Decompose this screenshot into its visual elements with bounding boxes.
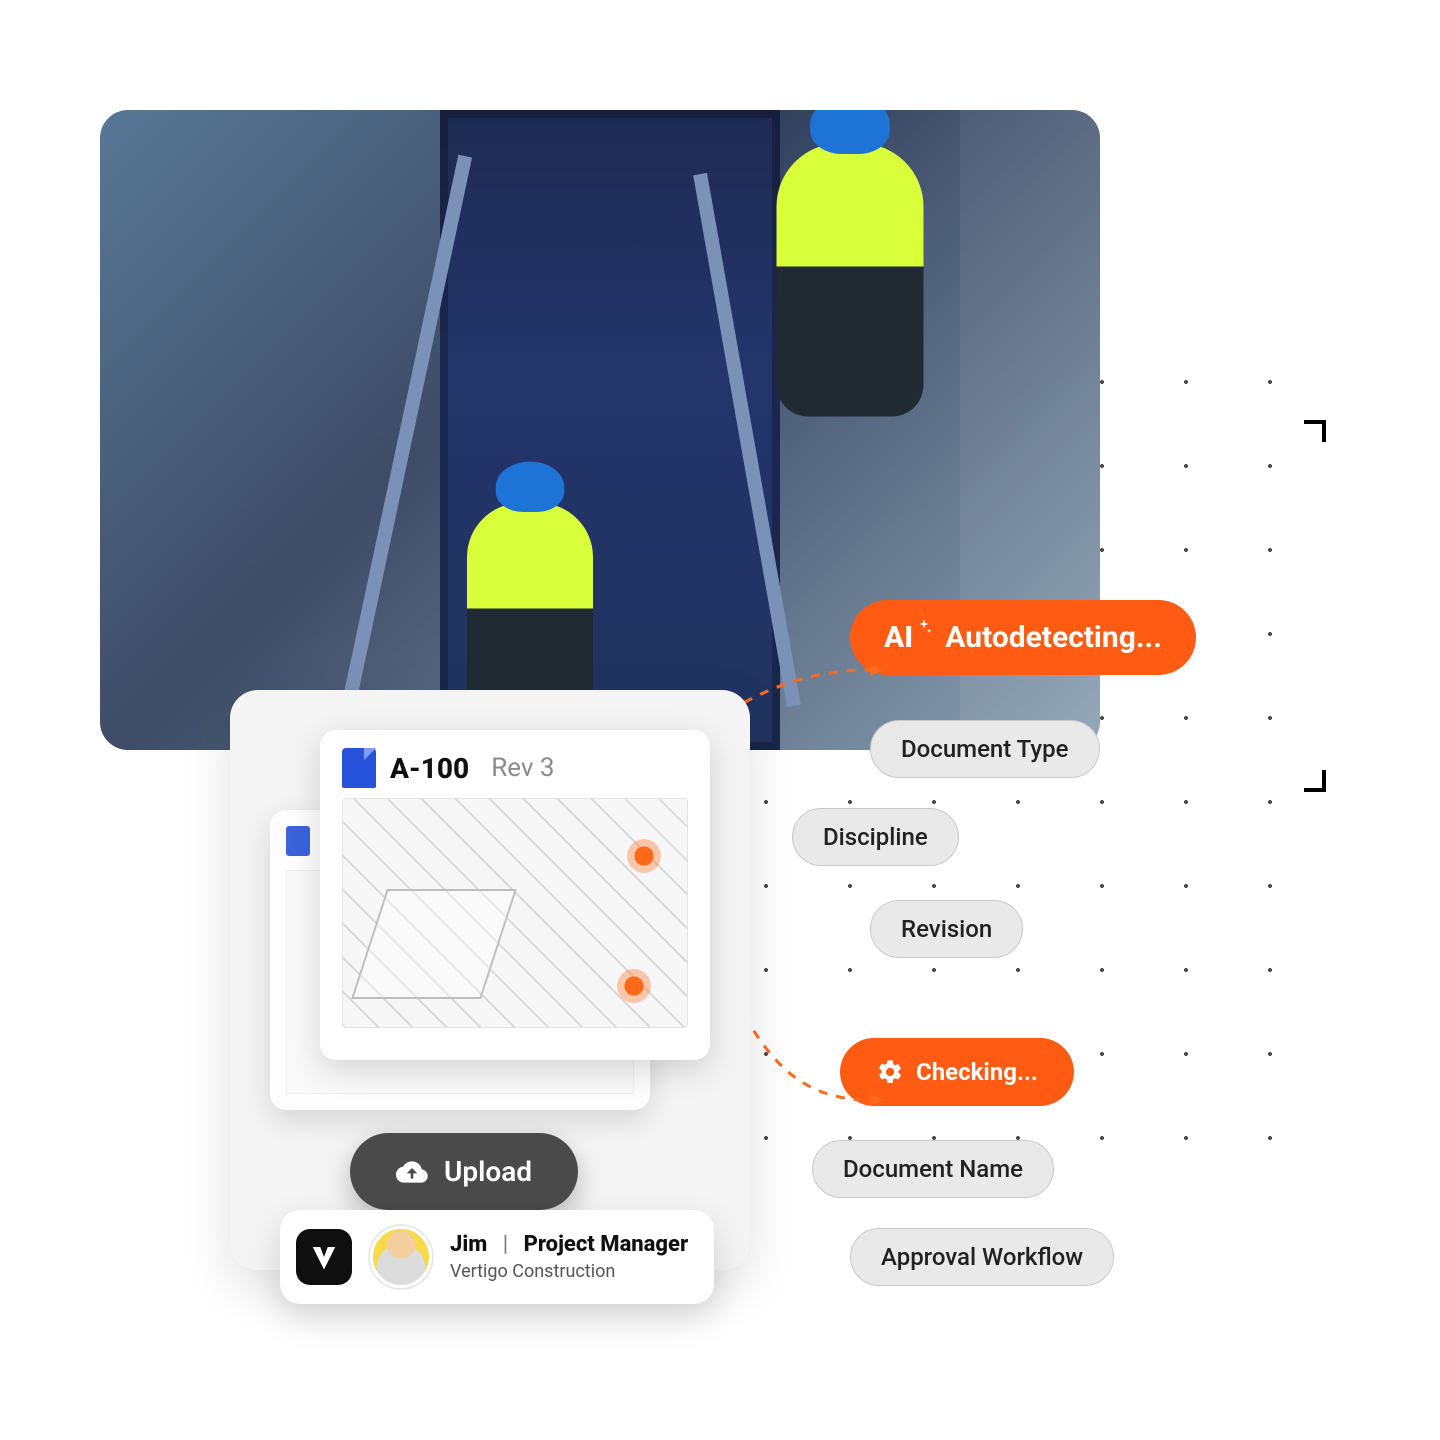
user-chip[interactable]: Jim | Project Manager Vertigo Constructi…: [280, 1210, 714, 1304]
document-upload-card: A-100 Rev 3 Upload: [230, 690, 750, 1270]
tag-document-name[interactable]: Document Name: [812, 1140, 1054, 1198]
document-code: A-100: [390, 752, 469, 785]
ai-autodetect-label: Autodetecting...: [945, 620, 1162, 655]
avatar: [370, 1226, 432, 1288]
checking-label: Checking...: [916, 1058, 1038, 1086]
user-company: Vertigo Construction: [450, 1261, 688, 1282]
upload-button[interactable]: Upload: [350, 1133, 578, 1210]
ai-sparkle-icon: AI: [884, 620, 933, 655]
crop-mark-icon: [1304, 770, 1326, 792]
separator: |: [493, 1232, 518, 1257]
hotspot-marker-icon: [627, 839, 661, 873]
blueprint-preview: [342, 798, 688, 1028]
crop-mark-icon: [1304, 420, 1326, 442]
hotspot-marker-icon: [617, 969, 651, 1003]
ai-autodetect-badge: AI Autodetecting...: [850, 600, 1196, 675]
user-role: Project Manager: [524, 1232, 689, 1257]
cloud-upload-icon: [396, 1156, 428, 1188]
file-icon: [342, 748, 376, 788]
tag-revision[interactable]: Revision: [870, 900, 1023, 958]
company-logo-icon: [296, 1229, 352, 1285]
tag-discipline[interactable]: Discipline: [792, 808, 959, 866]
tag-document-type[interactable]: Document Type: [870, 720, 1100, 778]
document-thumbnail-front[interactable]: A-100 Rev 3: [320, 730, 710, 1060]
user-name: Jim: [450, 1232, 487, 1257]
file-icon: [286, 826, 310, 856]
document-revision: Rev 3: [491, 753, 554, 783]
tag-approval-workflow[interactable]: Approval Workflow: [850, 1228, 1114, 1286]
upload-button-label: Upload: [444, 1155, 532, 1188]
